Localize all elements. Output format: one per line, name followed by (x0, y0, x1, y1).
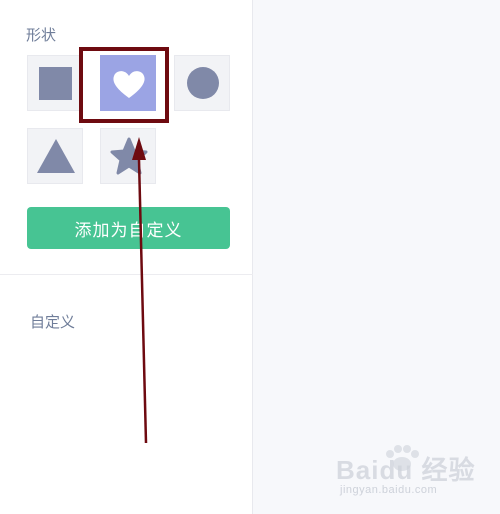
triangle-icon (37, 139, 75, 173)
circle-icon (187, 67, 219, 99)
shape-option-star[interactable] (100, 128, 156, 184)
add-to-custom-button[interactable]: 添加为自定义 (27, 207, 230, 249)
annotation-highlight-box (79, 47, 169, 123)
section-divider (0, 274, 253, 275)
baidu-watermark: Baidu 经验 jingyan.baidu.com (336, 444, 486, 500)
shape-option-square[interactable] (27, 55, 83, 111)
shapes-section-title: 形状 (26, 27, 57, 44)
custom-section-title: 自定义 (30, 314, 76, 331)
watermark-text: Baidu 经验 (336, 455, 476, 485)
watermark-url: jingyan.baidu.com (340, 484, 438, 496)
shape-option-triangle[interactable] (27, 128, 83, 184)
square-icon (39, 67, 72, 100)
star-icon (110, 137, 148, 175)
shape-option-circle[interactable] (174, 55, 230, 111)
